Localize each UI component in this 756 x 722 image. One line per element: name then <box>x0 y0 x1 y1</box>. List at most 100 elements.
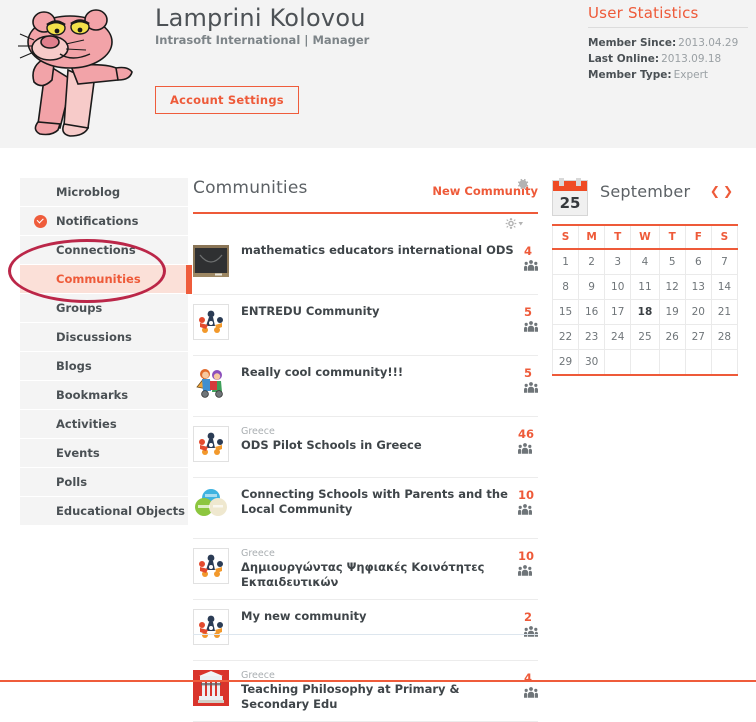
member-count-value: 46 <box>517 427 534 441</box>
sidebar-item-activities[interactable]: Activities <box>20 410 188 439</box>
sidebar-nav: Microblog Notifications Connections Comm… <box>20 178 192 526</box>
community-name: My new community <box>241 609 367 623</box>
calendar-day[interactable]: 20 <box>684 299 712 325</box>
calendar-day-empty <box>630 349 660 376</box>
people-group-thumbnail <box>193 426 229 462</box>
calendar-day[interactable]: 17 <box>604 299 632 325</box>
calendar-week-row: 1 2 3 4 5 6 7 <box>551 248 739 275</box>
profile-subtitle: Intrasoft International | Manager <box>155 33 370 47</box>
stat-value: 2013.09.18 <box>661 53 722 65</box>
calendar-day[interactable]: 7 <box>710 248 739 275</box>
calendar-day[interactable]: 16 <box>578 299 606 325</box>
calendar-day[interactable]: 9 <box>578 274 606 300</box>
calendar-day[interactable]: 14 <box>710 274 739 300</box>
community-list-item[interactable]: Greece Teaching Philosophy at Primary & … <box>193 661 538 722</box>
calendar-day[interactable]: 24 <box>604 324 632 350</box>
calendar-day-empty <box>604 349 632 376</box>
calendar-day[interactable]: 5 <box>658 248 686 275</box>
sidebar-item-notifications[interactable]: Notifications <box>20 207 188 236</box>
divider <box>588 27 748 28</box>
group-members-icon <box>524 382 538 393</box>
sidebar-item-blogs[interactable]: Blogs <box>20 352 188 381</box>
sidebar-item-label: Groups <box>56 301 103 315</box>
sidebar-item-connections[interactable]: Connections <box>20 236 188 265</box>
stat-label: Member Since: <box>588 37 677 49</box>
group-members-icon <box>517 504 538 515</box>
calendar-day[interactable]: 19 <box>658 299 686 325</box>
calendar-day[interactable]: 30 <box>578 349 606 376</box>
people-group-thumbnail <box>193 548 229 584</box>
calendar-day[interactable]: 1 <box>551 248 580 275</box>
sidebar-item-events[interactable]: Events <box>20 439 188 468</box>
calendar-day[interactable]: 6 <box>684 248 712 275</box>
calendar-month-label: September <box>600 182 691 201</box>
calendar-day-today[interactable]: 18 <box>630 299 660 325</box>
calendar-week-row: 15 16 17 18 19 20 21 <box>551 299 739 325</box>
calendar-nav[interactable]: ❮❯ <box>710 184 736 198</box>
gear-icon[interactable] <box>514 176 530 192</box>
community-text: ENTREDU Community <box>241 304 524 319</box>
sidebar-item-discussions[interactable]: Discussions <box>20 323 188 352</box>
calendar-day[interactable]: 26 <box>658 324 686 350</box>
member-count-value: 10 <box>517 488 534 502</box>
community-list-item[interactable]: My new community 2 <box>193 600 538 661</box>
calendar-day-empty <box>710 349 739 376</box>
calendar-next-button[interactable]: ❯ <box>723 184 736 198</box>
sidebar-item-polls[interactable]: Polls <box>20 468 188 497</box>
calendar-day[interactable]: 25 <box>630 324 660 350</box>
calendar-day[interactable]: 10 <box>604 274 632 300</box>
calendar-day[interactable]: 27 <box>684 324 712 350</box>
communities-header: Communities New Community <box>193 178 538 208</box>
sidebar-item-label: Connections <box>56 243 136 257</box>
community-location: Greece <box>241 426 275 437</box>
calendar-day[interactable]: 12 <box>658 274 686 300</box>
community-list-item[interactable]: Greece Δημιουργώντας Ψηφιακές Κοινότητες… <box>193 539 538 600</box>
calendar-weekday: F <box>684 225 712 250</box>
calendar-day[interactable]: 22 <box>551 324 580 350</box>
account-settings-button[interactable]: Account Settings <box>155 86 299 114</box>
calendar-day[interactable]: 15 <box>551 299 580 325</box>
calendar-day[interactable]: 2 <box>578 248 606 275</box>
community-member-count: 5 <box>524 304 538 332</box>
community-name: ENTREDU Community <box>241 304 380 318</box>
stat-row: Member Type: Expert <box>588 67 748 83</box>
community-list-item[interactable]: ENTREDU Community 5 <box>193 295 538 356</box>
community-list-item[interactable]: Greece ODS Pilot Schools in Greece 46 <box>193 417 538 478</box>
calendar-ring-right <box>576 178 581 186</box>
blackboard-thumbnail <box>193 243 229 279</box>
community-text: Greece ODS Pilot Schools in Greece <box>241 426 518 453</box>
calendar-prev-button[interactable]: ❮ <box>710 184 723 198</box>
sidebar-item-groups[interactable]: Groups <box>20 294 188 323</box>
calendar-weekday: S <box>551 225 580 250</box>
calendar-header: 25 September ❮❯ <box>552 178 738 220</box>
calendar-day[interactable]: 3 <box>604 248 632 275</box>
calendar-weekday-row: S M T W T F S <box>551 225 739 250</box>
group-members-icon <box>517 565 538 576</box>
calendar-day[interactable]: 21 <box>710 299 739 325</box>
stat-row: Last Online: 2013.09.18 <box>588 51 748 67</box>
sidebar-item-communities[interactable]: Communities <box>20 265 192 294</box>
calendar-day[interactable]: 29 <box>551 349 580 376</box>
group-members-icon <box>524 321 538 332</box>
calendar-day[interactable]: 8 <box>551 274 580 300</box>
community-list-item[interactable]: Really cool community!!! 5 <box>193 356 538 417</box>
sidebar-item-microblog[interactable]: Microblog <box>20 178 188 207</box>
community-location: Greece <box>241 548 275 559</box>
communities-title: Communities <box>193 178 308 198</box>
community-text: mathematics educators international ODS <box>241 243 524 258</box>
calendar-day[interactable]: 4 <box>630 248 660 275</box>
calendar-badge-top <box>553 178 587 191</box>
group-members-icon <box>517 443 538 454</box>
stat-value: Expert <box>673 69 709 81</box>
calendar-day[interactable]: 11 <box>630 274 660 300</box>
calendar-day[interactable]: 23 <box>578 324 606 350</box>
community-list-item[interactable]: Connecting Schools with Parents and the … <box>193 478 538 539</box>
calendar-day[interactable]: 28 <box>710 324 739 350</box>
calendar-week-row: 29 30 <box>551 349 739 376</box>
sidebar-item-bookmarks[interactable]: Bookmarks <box>20 381 188 410</box>
member-count-value: 4 <box>524 671 533 685</box>
sidebar-item-educational-objects[interactable]: Educational Objects <box>20 497 188 526</box>
community-list-item[interactable]: mathematics educators international ODS … <box>193 234 538 295</box>
calendar-day[interactable]: 13 <box>684 274 712 300</box>
gear-dropdown-icon[interactable] <box>504 217 524 230</box>
